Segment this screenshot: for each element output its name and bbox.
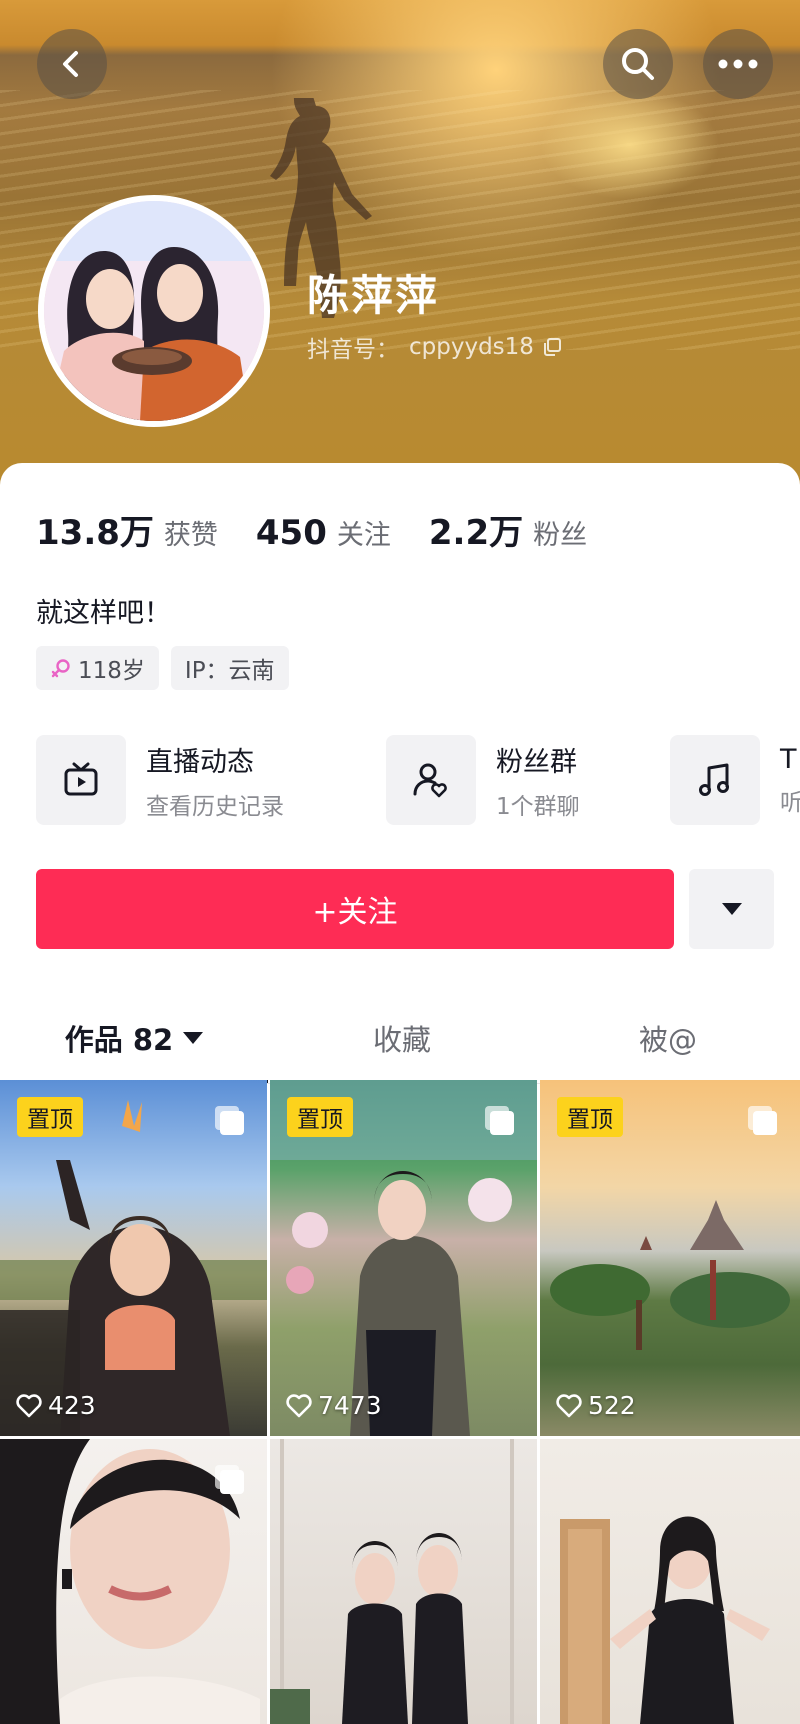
tab-works-label: 作品 82 xyxy=(64,1023,174,1057)
video-thumbnail[interactable]: 置顶 7473 xyxy=(270,1080,537,1436)
female-gender-icon xyxy=(51,659,70,678)
chevron-left-icon xyxy=(63,51,78,77)
multi-image-icon xyxy=(215,1106,244,1135)
heart-outline-icon xyxy=(286,1393,312,1417)
fan-group-icon-box xyxy=(386,735,476,825)
music-entry-subtitle: 听 xyxy=(780,789,800,816)
back-button[interactable] xyxy=(37,29,107,99)
pinned-badge: 置顶 xyxy=(557,1097,623,1137)
fan-group-icon xyxy=(413,763,447,798)
tab-works-caret-icon xyxy=(183,1032,204,1044)
more-dots-icon xyxy=(718,59,758,69)
douyin-id-value: cppyyds18 xyxy=(409,334,534,360)
bio-text: 就这样吧！ xyxy=(36,598,171,629)
pinned-badge: 置顶 xyxy=(287,1097,353,1137)
video-thumbnail[interactable] xyxy=(0,1439,267,1724)
live-history-entry[interactable]: 直播动态 查看历史记录 xyxy=(36,735,284,825)
music-note-icon xyxy=(699,763,729,796)
video-thumbnail[interactable]: 置顶 522 xyxy=(540,1080,800,1436)
video-thumbnail[interactable] xyxy=(270,1439,537,1724)
profile-page: 陈萍萍 抖音号： cppyyds18 13.8万 获赞 450 关注 2.2万 … xyxy=(0,0,800,1724)
fan-group-title: 粉丝群 xyxy=(496,746,577,778)
profile-tags: 118岁 IP：云南 xyxy=(36,646,289,690)
stat-likes[interactable]: 13.8万 获赞 xyxy=(36,505,218,554)
stat-followers-label: 粉丝 xyxy=(533,520,588,551)
video-thumbnail[interactable]: 置顶 423 xyxy=(0,1080,267,1436)
heart-outline-icon xyxy=(16,1393,42,1417)
video-likes: 423 xyxy=(16,1391,96,1420)
recommend-dropdown-button[interactable] xyxy=(689,869,774,949)
heart-outline-icon xyxy=(556,1393,582,1417)
feature-entries: 直播动态 查看历史记录 粉丝群 1个群聊 T 听 xyxy=(36,735,800,829)
search-button[interactable] xyxy=(603,29,673,99)
video-likes: 522 xyxy=(556,1391,636,1420)
display-name: 陈萍萍 xyxy=(307,271,440,320)
stat-following-value: 450 xyxy=(255,513,327,553)
live-history-icon-box xyxy=(36,735,126,825)
tab-works[interactable]: 作品 82 xyxy=(0,1003,268,1073)
search-icon xyxy=(622,48,654,80)
video-likes-count: 423 xyxy=(48,1391,96,1420)
pinned-badge: 置顶 xyxy=(17,1097,83,1137)
more-options-button[interactable] xyxy=(703,29,773,99)
music-entry[interactable]: T 听 xyxy=(670,735,800,825)
avatar-illustration xyxy=(44,201,264,421)
stat-following[interactable]: 450 关注 xyxy=(256,513,391,553)
douyin-id-label: 抖音号： xyxy=(307,337,399,363)
music-icon-box xyxy=(670,735,760,825)
ip-location-label: IP：云南 xyxy=(184,658,275,684)
content-tabs: 作品 82 收藏 被@ xyxy=(0,1003,800,1084)
stat-followers-value: 2.2万 xyxy=(428,513,524,553)
video-thumbnail[interactable] xyxy=(540,1439,800,1724)
avatar[interactable] xyxy=(38,195,270,427)
multi-image-icon xyxy=(485,1106,514,1135)
stat-following-label: 关注 xyxy=(336,520,391,551)
douyin-id-row[interactable]: 抖音号： cppyyds18 xyxy=(307,330,562,364)
multi-image-icon xyxy=(215,1465,244,1494)
profile-banner: 陈萍萍 抖音号： cppyyds18 xyxy=(0,0,800,500)
sunset-glow xyxy=(540,90,720,200)
live-history-title: 直播动态 xyxy=(146,746,254,778)
video-likes-count: 522 xyxy=(588,1391,636,1420)
ip-location-tag: IP：云南 xyxy=(170,646,289,690)
thumbnail-image xyxy=(270,1439,514,1724)
stats-row: 13.8万 获赞 450 关注 2.2万 粉丝 xyxy=(36,505,625,554)
stat-followers[interactable]: 2.2万 粉丝 xyxy=(429,505,587,554)
caret-down-icon xyxy=(721,903,742,915)
live-history-subtitle: 查看历史记录 xyxy=(146,793,284,820)
thumbnail-image xyxy=(560,1516,770,1724)
video-likes-count: 7473 xyxy=(318,1391,382,1420)
multi-image-icon xyxy=(748,1106,777,1135)
video-likes: 7473 xyxy=(286,1391,382,1420)
tab-favorites[interactable]: 收藏 xyxy=(268,1003,536,1073)
copy-icon[interactable] xyxy=(542,337,562,357)
age-tag: 118岁 xyxy=(36,646,159,690)
fan-group-subtitle: 1个群聊 xyxy=(496,793,580,820)
tab-mentions[interactable]: 被@ xyxy=(536,1003,800,1073)
fan-group-entry[interactable]: 粉丝群 1个群聊 xyxy=(386,735,580,825)
tv-icon xyxy=(64,762,98,796)
age-tag-label: 118岁 xyxy=(78,658,145,684)
follow-button[interactable]: +关注 xyxy=(36,869,674,949)
music-entry-title: T xyxy=(780,743,797,775)
stat-likes-label: 获赞 xyxy=(163,520,218,551)
stat-likes-value: 13.8万 xyxy=(36,513,154,553)
